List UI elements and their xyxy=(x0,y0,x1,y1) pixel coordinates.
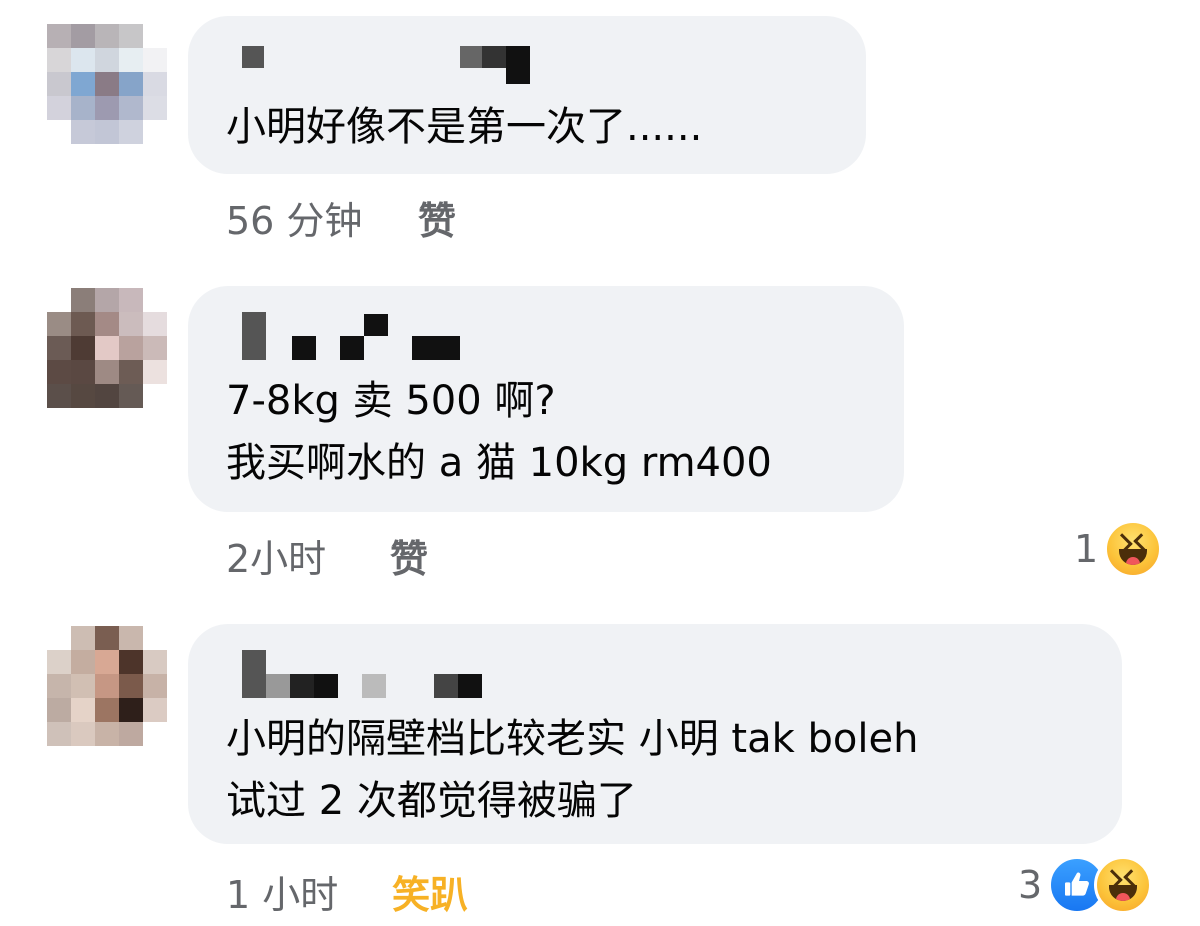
haha-icon xyxy=(1094,856,1153,914)
comment-time[interactable]: 1 小时 xyxy=(226,864,338,919)
commenter-name-censored[interactable] xyxy=(216,624,516,698)
reaction-summary[interactable]: 3 xyxy=(1018,856,1153,914)
haha-react-button[interactable]: 笑趴 xyxy=(392,864,468,919)
avatar[interactable] xyxy=(47,626,167,746)
comment-bubble[interactable]: 小明的隔壁档比较老实 小明 tak boleh 试过 2 次都觉得被骗了 xyxy=(188,624,1122,844)
comment-text-line: 小明的隔壁档比较老实 小明 tak boleh xyxy=(226,716,919,762)
reaction-count: 3 xyxy=(1018,863,1043,907)
comment-text-line: 试过 2 次都觉得被骗了 xyxy=(226,778,637,824)
thumbs-up-icon xyxy=(1065,872,1090,896)
comment: 小明的隔壁档比较老实 小明 tak boleh 试过 2 次都觉得被骗了 1 小… xyxy=(0,0,1200,926)
comment-text: 小明的隔壁档比较老实 小明 tak boleh 试过 2 次都觉得被骗了 xyxy=(226,708,918,832)
comment-actions: 1 小时 笑趴 xyxy=(226,864,468,919)
